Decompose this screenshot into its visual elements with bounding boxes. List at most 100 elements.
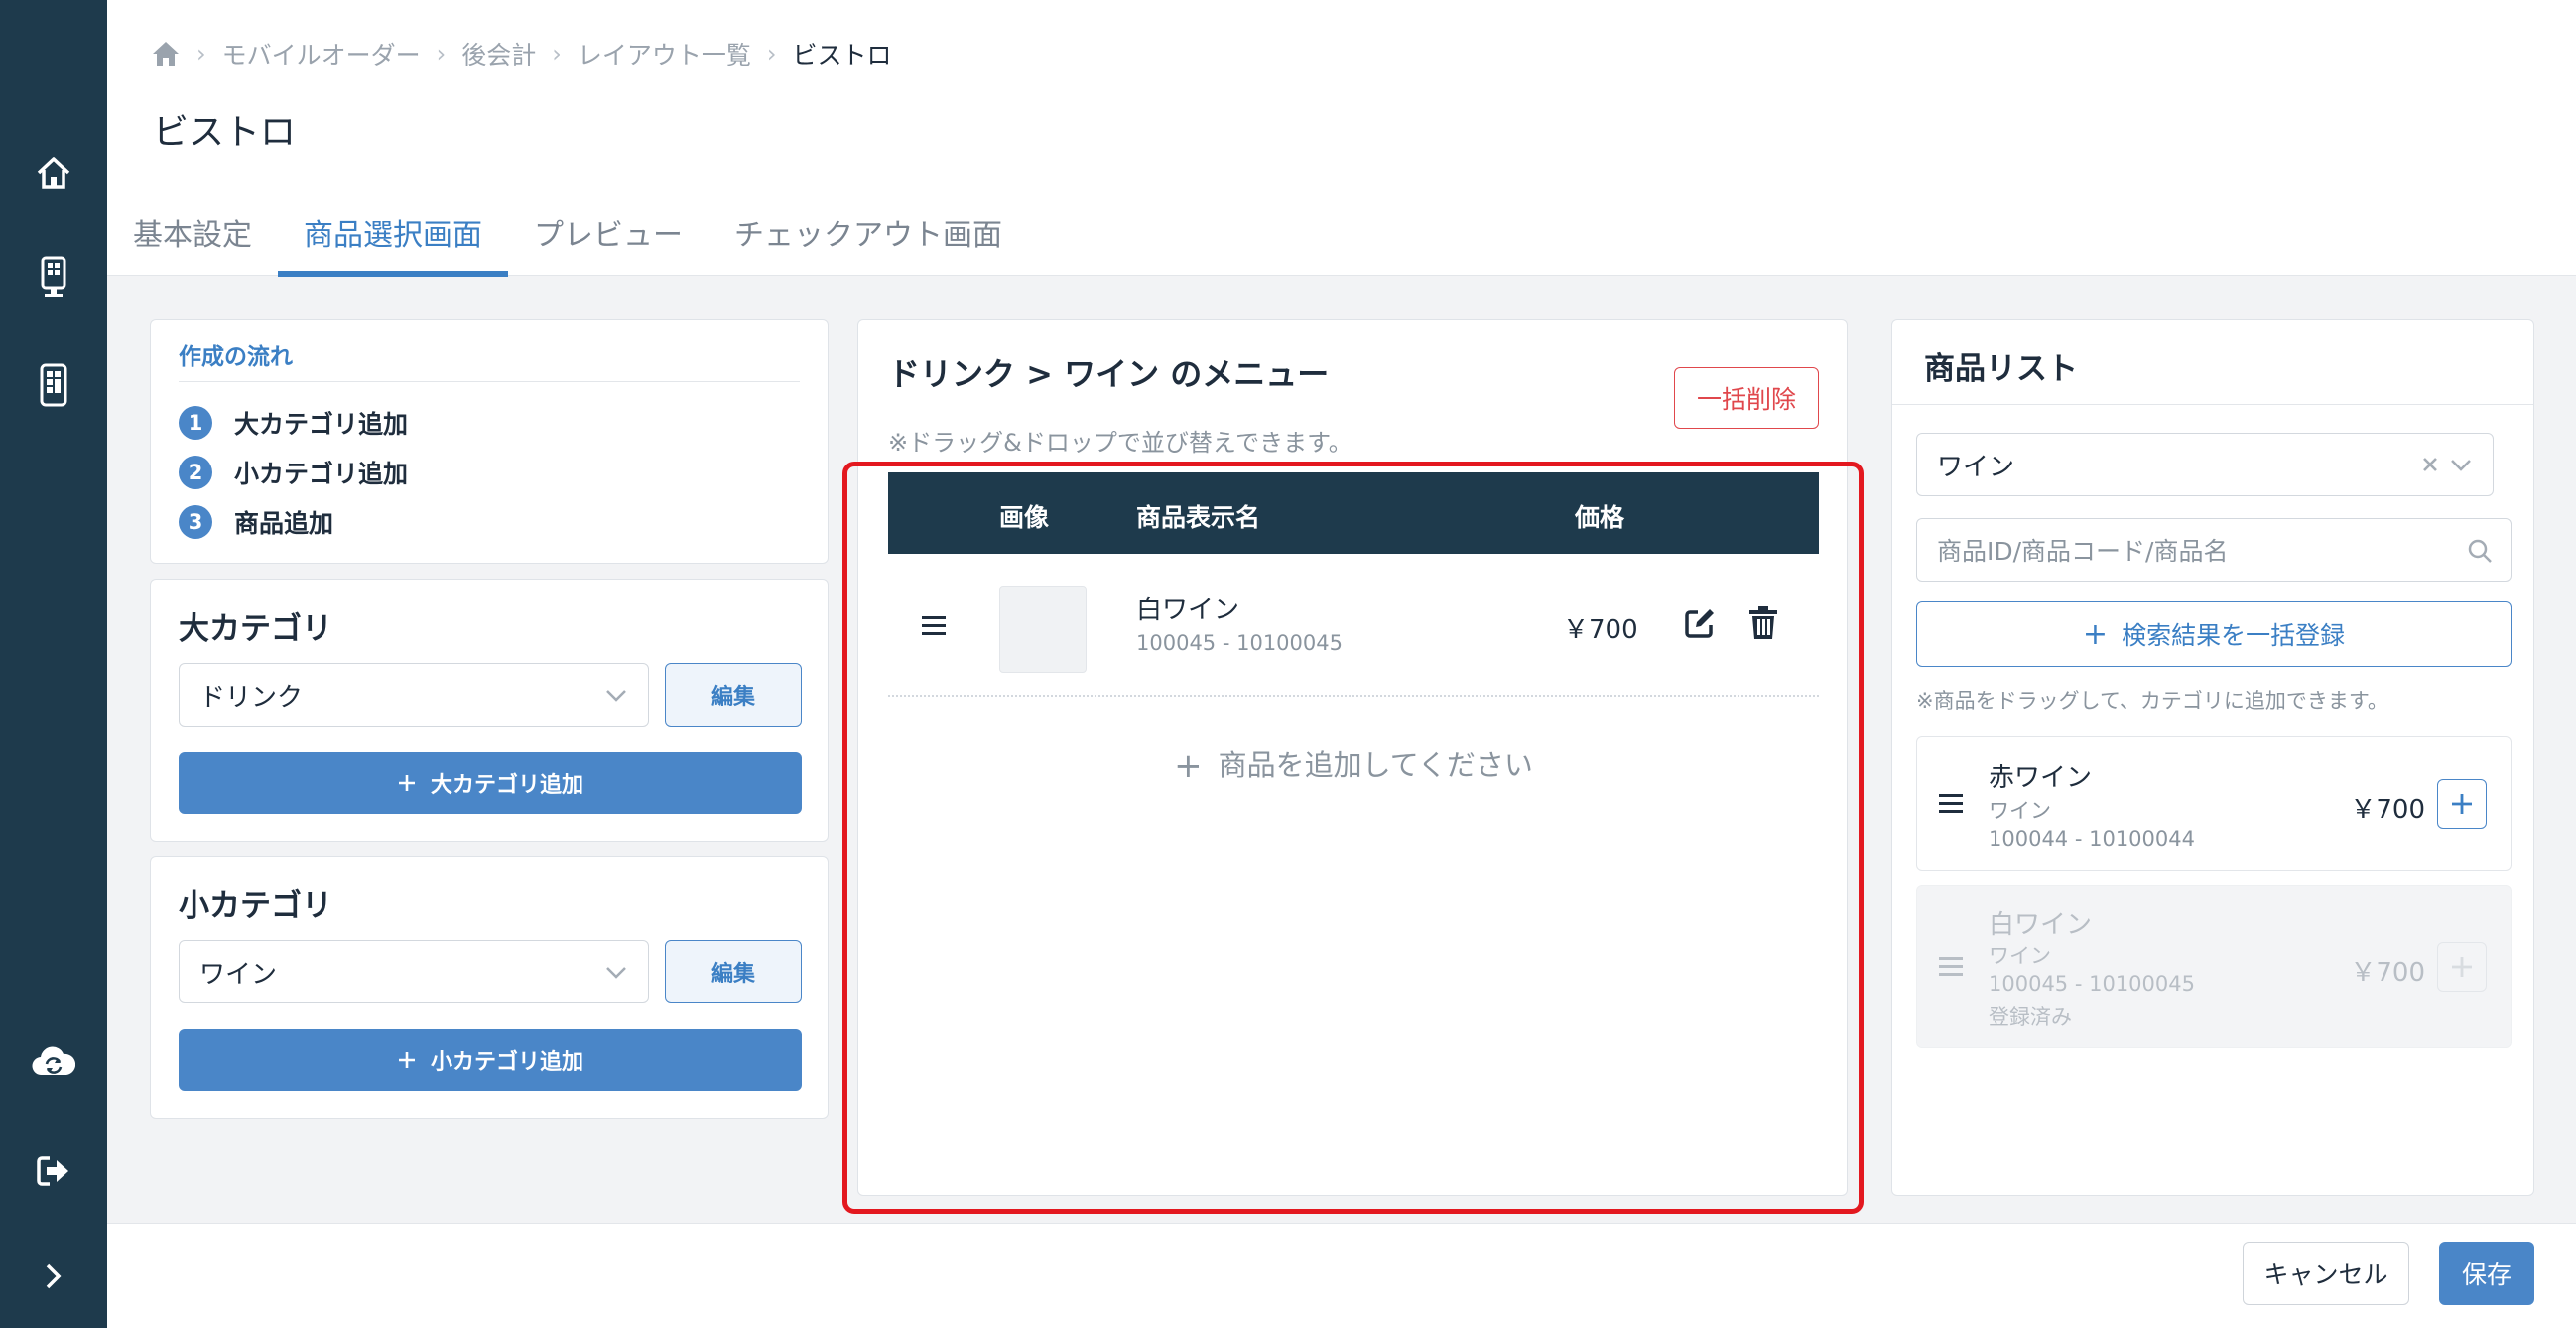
product-category: ワイン (1989, 944, 2051, 968)
page-header: › モバイルオーダー › 後会計 › レイアウト一覧 › ビストロ ビストロ 基… (107, 0, 2576, 277)
product-code: 100044 - 10100044 (1989, 827, 2195, 851)
menu-panel: ドリンク > ワイン のメニュー ※ドラッグ&ドロップで並び替えできます。 一括… (857, 319, 1848, 1196)
logout-icon[interactable] (30, 1147, 77, 1195)
breadcrumb-current: ビストロ (792, 41, 892, 69)
sidebar (0, 0, 107, 1328)
breadcrumb-separator: › (552, 40, 562, 67)
step-label: 大カテゴリ追加 (234, 410, 409, 439)
menu-hint: ※ドラッグ&ドロップで並び替えできます。 (888, 429, 1352, 457)
menu-item-code: 100045 - 10100045 (1136, 631, 1343, 655)
trash-icon[interactable] (1747, 605, 1779, 641)
add-large-category-button[interactable]: 大カテゴリ追加 (179, 752, 802, 814)
footer-bar (107, 1223, 2576, 1328)
add-to-menu-button[interactable] (2437, 779, 2487, 829)
menu-item-name: 白ワイン (1136, 596, 1240, 625)
large-category-title: 大カテゴリ (179, 611, 332, 647)
chevron-down-icon (604, 962, 628, 982)
flow-step: 2 小カテゴリ追加 (179, 455, 408, 490)
menu-item-row[interactable]: 白ワイン 100045 - 10100045 ￥700 (888, 554, 1819, 697)
cloud-sync-icon[interactable] (30, 1038, 77, 1086)
bulk-register-button[interactable]: + 検索結果を一括登録 (1916, 601, 2512, 667)
product-list-title: 商品リスト (1924, 351, 2078, 387)
search-placeholder: 商品ID/商品コード/商品名 (1937, 537, 2229, 566)
bulk-delete-button[interactable]: 一括削除 (1674, 367, 1819, 429)
step-number: 2 (179, 456, 212, 489)
tab-bar: 基本設定 商品選択画面 プレビュー チェックアウト画面 (107, 199, 1028, 277)
add-product-button[interactable]: + 商品を追加してください (888, 742, 1819, 786)
add-small-category-button[interactable]: 小カテゴリ追加 (179, 1029, 802, 1091)
plus-icon: + (1174, 746, 1203, 786)
edit-large-category-button[interactable]: 編集 (665, 663, 802, 727)
product-name: 赤ワイン (1989, 763, 2093, 793)
flow-panel: 作成の流れ 1 大カテゴリ追加 2 小カテゴリ追加 3 商品追加 (150, 319, 829, 564)
clear-icon[interactable] (2421, 456, 2439, 473)
product-list-hint: ※商品をドラッグして、カテゴリに追加できます。 (1916, 689, 2388, 713)
tab-product-selection[interactable]: 商品選択画面 (278, 199, 508, 277)
product-code: 100045 - 10100045 (1989, 972, 2195, 996)
tab-preview[interactable]: プレビュー (508, 199, 708, 276)
column-image: 画像 (999, 503, 1050, 532)
product-price: ￥700 (2350, 795, 2425, 825)
cancel-button[interactable]: キャンセル (2243, 1242, 2409, 1305)
drag-handle-icon[interactable] (1937, 791, 1965, 815)
product-category: ワイン (1989, 799, 2051, 823)
search-icon[interactable] (2467, 538, 2493, 564)
breadcrumb-separator: › (436, 40, 447, 67)
product-status: 登録済み (1989, 1005, 2072, 1029)
product-thumbnail (999, 586, 1087, 673)
select-value: ワイン (1937, 452, 2015, 482)
product-list-header: 商品リスト (1892, 320, 2533, 405)
breadcrumb-layout-list[interactable]: レイアウト一覧 (578, 36, 751, 71)
menu-table-header: 画像 商品表示名 価格 (888, 472, 1819, 554)
breadcrumb-post-payment[interactable]: 後会計 (461, 36, 536, 71)
chevron-down-icon (604, 685, 628, 705)
edit-icon[interactable] (1682, 605, 1718, 641)
breadcrumb-separator: › (766, 40, 777, 67)
step-number: 3 (179, 505, 212, 539)
add-to-menu-button-disabled (2437, 942, 2487, 992)
product-list-item-registered: 白ワイン ワイン 100045 - 10100045 登録済み ￥700 (1916, 885, 2512, 1048)
drag-handle-icon[interactable] (920, 613, 948, 637)
product-search-input[interactable]: 商品ID/商品コード/商品名 (1916, 518, 2512, 582)
add-product-label: 商品を追加してください (1218, 748, 1533, 782)
product-list-panel: 商品リスト ワイン 商品ID/商品コード/商品名 + 検索結果を一括登録 ※商品を… (1891, 319, 2534, 1196)
menu-item-price: ￥700 (1563, 615, 1638, 645)
breadcrumb-mobile-order[interactable]: モバイルオーダー (222, 36, 421, 71)
divider (179, 381, 800, 382)
select-value: ドリンク (199, 682, 304, 713)
drag-handle-icon (1937, 954, 1965, 978)
add-large-category-label: 大カテゴリ追加 (430, 773, 583, 798)
flow-step: 3 商品追加 (179, 504, 333, 540)
flow-title: 作成の流れ (179, 344, 293, 370)
tab-checkout[interactable]: チェックアウト画面 (708, 199, 1028, 276)
select-value: ワイン (199, 959, 278, 990)
plus-icon (397, 773, 417, 793)
save-button[interactable]: 保存 (2439, 1242, 2534, 1305)
breadcrumb-separator: › (196, 40, 206, 67)
kiosk-icon[interactable] (30, 254, 77, 302)
chevron-down-icon (2449, 455, 2473, 474)
plus-icon (397, 1050, 417, 1070)
small-category-panel: 小カテゴリ ワイン 編集 小カテゴリ追加 (150, 856, 829, 1119)
product-filter-select[interactable]: ワイン (1916, 433, 2494, 496)
small-category-title: 小カテゴリ (179, 888, 332, 924)
column-name: 商品表示名 (1136, 503, 1261, 532)
breadcrumb: › モバイルオーダー › 後会計 › レイアウト一覧 › ビストロ (151, 36, 892, 71)
large-category-select[interactable]: ドリンク (179, 663, 649, 727)
large-category-panel: 大カテゴリ ドリンク 編集 大カテゴリ追加 (150, 579, 829, 842)
small-category-select[interactable]: ワイン (179, 940, 649, 1003)
tab-basic-settings[interactable]: 基本設定 (107, 199, 278, 276)
edit-small-category-button[interactable]: 編集 (665, 940, 802, 1003)
step-number: 1 (179, 406, 212, 440)
home-icon[interactable] (151, 40, 181, 67)
expand-icon[interactable] (30, 1253, 77, 1300)
tablet-icon[interactable] (30, 361, 77, 409)
home-icon[interactable] (30, 149, 77, 197)
product-list-item[interactable]: 赤ワイン ワイン 100044 - 10100044 ￥700 (1916, 736, 2512, 871)
product-name: 白ワイン (1989, 910, 2093, 940)
step-label: 商品追加 (234, 509, 334, 538)
product-price: ￥700 (2350, 958, 2425, 988)
flow-step: 1 大カテゴリ追加 (179, 405, 408, 441)
column-price: 価格 (1575, 503, 1625, 532)
add-small-category-label: 小カテゴリ追加 (430, 1050, 583, 1075)
